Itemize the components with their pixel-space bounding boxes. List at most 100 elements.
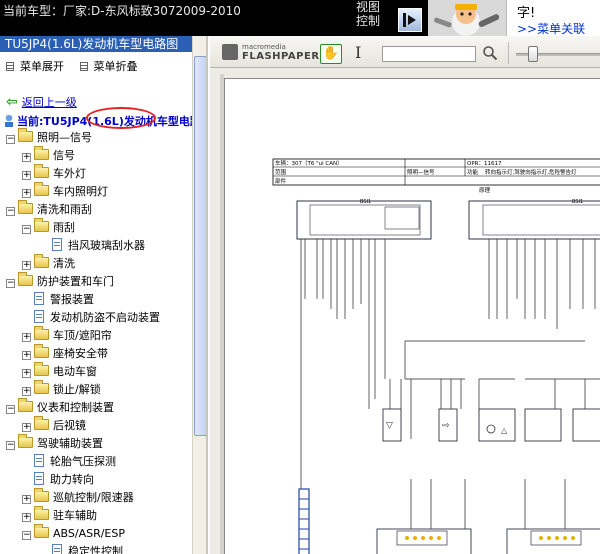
tree-item[interactable]: − 雨刮 xyxy=(22,218,75,237)
panel-title: TU5JP4(1.6L)发动机车型电路图 xyxy=(0,36,192,52)
expand-icon[interactable]: + xyxy=(22,423,31,432)
folder-icon xyxy=(34,254,49,268)
tree-item[interactable]: − 仪表和控制装置 xyxy=(6,398,114,417)
folder-icon xyxy=(34,380,49,394)
collapse-all-label: 菜单折叠 xyxy=(93,60,138,73)
folder-icon xyxy=(18,434,33,448)
expand-icon[interactable]: + xyxy=(22,369,31,378)
folder-icon xyxy=(18,272,33,286)
header-cell-function: 功能 xyxy=(467,168,479,176)
tree-item[interactable]: + 信号 xyxy=(22,146,75,165)
diagram-header-table: 车辆：307（T6 "ul CAN） OPR：11617 范围 照明—信号 功能… xyxy=(272,158,600,194)
tree-item-label: 挡风玻璃刮水器 xyxy=(68,239,145,252)
collapse-all-button[interactable]: 菜单折叠 xyxy=(79,58,138,74)
tree-item[interactable]: + 清洗 xyxy=(22,254,75,273)
tree-item[interactable]: + 电动车窗 xyxy=(22,362,97,381)
collapse-icon[interactable]: − xyxy=(6,135,15,144)
tree-item[interactable]: 发动机防盗不启动装置 xyxy=(22,309,160,327)
tree-item[interactable]: − 清洗和雨刮 xyxy=(6,200,92,219)
folder-icon xyxy=(34,182,49,196)
tree-item[interactable]: 警报装置 xyxy=(22,291,94,309)
svg-text:△: △ xyxy=(501,426,508,435)
search-input[interactable] xyxy=(382,46,476,62)
collapse-icon[interactable]: − xyxy=(22,531,31,540)
expand-all-button[interactable]: 菜单展开 xyxy=(6,58,64,74)
tree-item-label: 巡航控制/限速器 xyxy=(53,491,134,504)
tree-item-label: 仪表和控制装置 xyxy=(37,401,114,414)
tree-item[interactable]: + 座椅安全带 xyxy=(22,344,108,363)
tree-item[interactable]: + 锁止/解锁 xyxy=(22,380,101,399)
wires xyxy=(300,239,600,529)
scrollbar-thumb[interactable] xyxy=(194,56,206,436)
expand-icon[interactable]: + xyxy=(22,189,31,198)
brand-name: FLASHPAPER xyxy=(242,51,320,62)
collapse-icon[interactable]: − xyxy=(6,405,15,414)
expand-icon[interactable]: + xyxy=(22,351,31,360)
tree-toolbar: 菜单展开 菜单折叠 xyxy=(6,58,150,74)
text-select-tool-button[interactable]: I xyxy=(355,43,361,62)
tree-item[interactable]: − 防护装置和车门 xyxy=(6,272,114,291)
tree-item-label: 驾驶辅助装置 xyxy=(37,437,103,450)
view-toggle-button[interactable] xyxy=(398,8,422,32)
tree-item[interactable]: + 后视镜 xyxy=(22,416,86,435)
back-link[interactable]: ⇦ 返回上一级 xyxy=(6,94,77,110)
vehicle-title: 当前车型：厂家:D-东风标致3072009-2010 xyxy=(3,4,241,18)
expand-icon[interactable]: + xyxy=(22,171,31,180)
wiring-diagram: 车辆：307（T6 "ul CAN） OPR：11617 范围 照明—信号 功能… xyxy=(272,158,600,554)
folder-icon xyxy=(34,488,49,502)
collapse-icon[interactable]: − xyxy=(6,441,15,450)
search-icon[interactable] xyxy=(482,45,498,61)
document-icon xyxy=(34,310,44,323)
expand-icon[interactable]: + xyxy=(22,513,31,522)
folder-icon xyxy=(34,344,49,358)
tree-item[interactable]: 挡风玻璃刮水器 xyxy=(40,237,145,255)
tree-item[interactable]: + 车外灯 xyxy=(22,164,86,183)
tree-item[interactable]: + 巡航控制/限速器 xyxy=(22,488,134,507)
header-cell-vehicle: 车辆：307（T6 "ul CAN） xyxy=(275,159,343,167)
collapse-icon[interactable]: − xyxy=(22,225,31,234)
folder-icon xyxy=(18,200,33,214)
highlight-oval xyxy=(86,107,156,129)
tree-item-label: 防护装置和车门 xyxy=(37,275,114,288)
tree-item[interactable]: 稳定性控制 xyxy=(40,543,123,554)
folder-icon xyxy=(34,326,49,340)
svg-text:⇨: ⇨ xyxy=(442,421,450,431)
expand-icon[interactable]: + xyxy=(22,261,31,270)
tree-item[interactable]: + 车顶/遮阳帘 xyxy=(22,326,112,345)
tree-item[interactable]: − ABS/ASR/ESP xyxy=(22,524,125,543)
tree-item-label: ABS/ASR/ESP xyxy=(53,527,125,540)
tree-item[interactable]: 助力转向 xyxy=(22,471,94,489)
bsi-module-left: BSI1 xyxy=(296,199,432,240)
combination-switches: ◁ ⊗ ◎ ◎ ⊗ ▷ 0004 ◁ ⊗ ◎ ◎ ⊗ ▷ 0004 xyxy=(376,528,600,554)
tree-item[interactable]: − 照明—信号 xyxy=(6,128,92,147)
hand-tool-button[interactable]: ✋ xyxy=(320,44,342,64)
expand-icon[interactable]: + xyxy=(22,495,31,504)
tree-item[interactable]: + 驻车辅助 xyxy=(22,506,97,525)
viewer-toolbar: macromedia FLASHPAPER ✋ I xyxy=(210,36,600,68)
document-icon xyxy=(34,454,44,467)
expand-icon[interactable]: + xyxy=(22,153,31,162)
tree-item[interactable]: − 驾驶辅助装置 xyxy=(6,434,103,453)
folder-icon xyxy=(34,362,49,376)
collapse-icon[interactable]: − xyxy=(6,207,15,216)
tree-item-label: 稳定性控制 xyxy=(68,545,123,554)
tree-item-label: 车外灯 xyxy=(53,167,86,180)
tree-item-label: 警报装置 xyxy=(50,293,94,306)
menu-link[interactable]: >>菜单关联 xyxy=(517,20,585,37)
folder-icon xyxy=(34,506,49,520)
tree-item[interactable]: 轮胎气压探测 xyxy=(22,453,116,471)
expand-all-label: 菜单展开 xyxy=(20,60,64,73)
message-bubble: 字! >>菜单关联 xyxy=(506,0,600,36)
expand-icon[interactable]: + xyxy=(22,387,31,396)
mascot-icon xyxy=(428,0,506,36)
collapse-icon[interactable]: − xyxy=(6,279,15,288)
tree-item[interactable]: + 车内照明灯 xyxy=(22,182,108,201)
tree-item-label: 锁止/解锁 xyxy=(53,383,101,396)
tree-item-label: 电动车窗 xyxy=(53,365,97,378)
zoom-slider-thumb[interactable] xyxy=(528,46,538,62)
expand-icon[interactable]: + xyxy=(22,333,31,342)
bsi-label-right: BSI1 xyxy=(572,199,583,205)
tree-scrollbar[interactable] xyxy=(192,36,206,554)
toolbar-divider xyxy=(508,42,509,64)
top-banner: 当前车型：厂家:D-东风标致3072009-2010 视图控制 字! >>菜单关… xyxy=(0,0,600,36)
